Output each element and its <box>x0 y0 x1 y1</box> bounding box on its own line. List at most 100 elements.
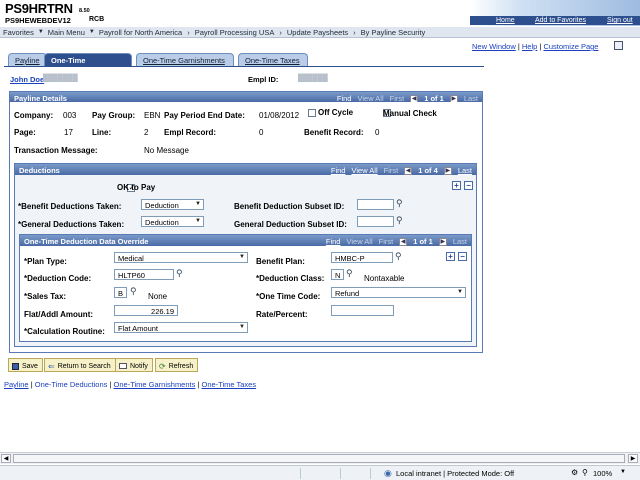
transaction-message-value: No Message <box>144 146 189 155</box>
general-subset-label: General Deduction Subset ID: <box>234 220 347 229</box>
calculation-routine-select[interactable]: Flat Amount <box>114 322 248 333</box>
return-icon: ⇐ <box>48 361 55 371</box>
employee-name-masked: ███████ <box>43 75 78 82</box>
chevron-right-icon: › <box>187 27 190 37</box>
database-name: PS9HEWEBDEV12 <box>5 16 71 25</box>
lookup-icon[interactable]: ⚲ <box>396 215 403 226</box>
calculation-routine-label: *Calculation Routine: <box>24 327 105 336</box>
footer-link-garnishments[interactable]: One-Time Garnishments <box>114 380 196 389</box>
deductions-find-link[interactable]: Find <box>331 166 346 175</box>
zoom-level[interactable]: 100% <box>593 469 612 478</box>
sales-tax-input[interactable]: B <box>114 287 127 298</box>
help-link[interactable]: Help <box>522 42 537 51</box>
emplid-masked: ██████ <box>298 75 328 82</box>
chevron-down-icon: ▼ <box>37 29 44 35</box>
footer-link-taxes[interactable]: One-Time Taxes <box>202 380 257 389</box>
deduction-class-label: *Deduction Class: <box>256 274 325 283</box>
add-to-favorites-link[interactable]: Add to Favorites <box>535 17 586 24</box>
deductions-first: First <box>383 166 399 175</box>
zoom-icon: ⚲ <box>582 468 588 477</box>
prev-arrow-icon[interactable]: ◀ <box>404 166 413 175</box>
horizontal-scrollbar[interactable]: ◀ ▶ <box>0 452 640 464</box>
payline-last: Last <box>463 94 478 102</box>
breadcrumb-payroll-usa[interactable]: Payroll Processing USA <box>195 28 275 37</box>
main-menu[interactable]: Main Menu <box>48 28 85 37</box>
lookup-icon[interactable]: ⚲ <box>130 286 137 297</box>
rate-percent-label: Rate/Percent: <box>256 310 308 319</box>
next-arrow-icon[interactable]: ▶ <box>443 166 452 175</box>
off-cycle-label: Off Cycle <box>318 108 354 117</box>
new-window-link[interactable]: New Window <box>472 42 516 51</box>
refresh-icon: ⟳ <box>159 361 166 371</box>
plan-type-label: *Plan Type: <box>24 257 67 266</box>
one-time-code-label: *One Time Code: <box>256 292 321 301</box>
lookup-icon[interactable]: ⚲ <box>346 268 353 279</box>
flat-amount-label: Flat/Addl Amount: <box>24 310 94 319</box>
one-time-code-select[interactable]: Refund <box>331 287 466 298</box>
print-icon[interactable] <box>614 41 623 50</box>
tab-one-time-taxes[interactable]: One-Time Taxes <box>238 53 308 66</box>
add-row-icon[interactable]: + <box>446 252 455 261</box>
chevron-down-icon[interactable]: ▼ <box>620 469 626 475</box>
deduction-class-input[interactable]: N <box>331 269 344 280</box>
empl-record-value: 0 <box>259 128 264 137</box>
home-link[interactable]: Home <box>496 17 515 24</box>
delete-row-icon[interactable]: − <box>458 252 467 261</box>
tab-payline[interactable]: Payline <box>8 53 47 66</box>
override-first: First <box>378 237 394 246</box>
chevron-right-icon: › <box>279 27 282 37</box>
lookup-icon[interactable]: ⚲ <box>176 268 183 279</box>
rate-percent-input[interactable] <box>331 305 394 316</box>
flat-amount-input[interactable]: 226.19 <box>114 305 178 316</box>
chevron-right-icon: › <box>353 27 356 37</box>
employee-name-link[interactable]: John Doe <box>10 75 44 84</box>
user-id: RCB <box>89 16 105 23</box>
deduction-code-input[interactable]: HLTP60 <box>114 269 174 280</box>
add-row-icon[interactable]: + <box>452 181 461 190</box>
sales-tax-desc: None <box>148 292 168 301</box>
benefit-plan-input[interactable]: HMBC-P <box>331 252 393 263</box>
benefit-subset-input[interactable] <box>357 199 394 210</box>
override-find-link[interactable]: Find <box>326 237 341 246</box>
prev-arrow-icon: ◀ <box>399 237 408 246</box>
tab-one-time-deductions[interactable]: One-Time Deductions <box>44 53 132 74</box>
save-button[interactable]: Save <box>8 358 43 372</box>
deductions-last-link[interactable]: Last <box>458 166 472 175</box>
refresh-button[interactable]: ⟳ Refresh <box>155 358 199 372</box>
pay-period-end-value: 01/08/2012 <box>259 111 300 120</box>
breadcrumb-payroll-na[interactable]: Payroll for North America <box>99 28 182 37</box>
transaction-message-label: Transaction Message: <box>14 146 98 155</box>
page-value: 17 <box>64 128 73 137</box>
off-cycle-checkbox[interactable] <box>308 108 316 117</box>
general-deductions-taken-select[interactable]: Deduction <box>141 216 204 227</box>
intranet-zone-icon: ◉ <box>384 468 392 478</box>
customize-page-link[interactable]: Customize Page <box>543 42 598 51</box>
breadcrumb-by-payline[interactable]: By Payline Security <box>361 28 426 37</box>
tab-one-time-garnishments[interactable]: One-Time Garnishments <box>136 53 234 66</box>
pay-period-end-label: Pay Period End Date: <box>164 111 245 120</box>
company-value: 003 <box>63 111 77 120</box>
payline-find-link[interactable]: Find <box>337 94 352 102</box>
benefit-deductions-taken-label: *Benefit Deductions Taken: <box>18 202 122 211</box>
plan-type-select[interactable]: Medical <box>114 252 248 263</box>
footer-link-payline[interactable]: Payline <box>4 380 29 389</box>
notify-button[interactable]: Notify <box>115 358 153 372</box>
lookup-icon[interactable]: ⚲ <box>395 251 402 262</box>
delete-row-icon[interactable]: − <box>464 181 473 190</box>
scrollbar-thumb[interactable] <box>13 454 625 463</box>
deductions-view-all-link[interactable]: View All <box>351 166 377 175</box>
breadcrumb-update-paysheets[interactable]: Update Paysheets <box>287 28 348 37</box>
return-to-search-button[interactable]: ⇐ Return to Search <box>44 358 116 372</box>
general-deductions-taken-label: *General Deductions Taken: <box>18 220 125 229</box>
manual-check-label: Manual Check <box>383 109 437 118</box>
benefit-deductions-taken-select[interactable]: Deduction <box>141 199 204 210</box>
emplid-label: Empl ID: <box>248 75 279 84</box>
protected-mode-icon[interactable]: ⚙ <box>571 468 578 477</box>
lookup-icon[interactable]: ⚲ <box>396 198 403 209</box>
favorites-menu[interactable]: Favorites <box>3 28 34 37</box>
sign-out-link[interactable]: Sign out <box>607 17 633 24</box>
payline-count: 1 of 1 <box>424 94 444 102</box>
company-label: Company: <box>14 111 54 120</box>
ok-to-pay-label: OK to Pay <box>117 183 156 192</box>
general-subset-input[interactable] <box>357 216 394 227</box>
